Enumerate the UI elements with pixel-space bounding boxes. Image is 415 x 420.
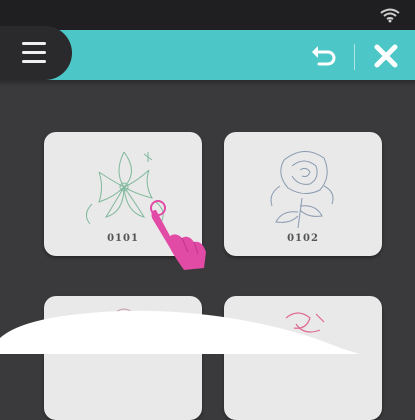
hamburger-menu-icon bbox=[22, 42, 46, 45]
menu-button[interactable] bbox=[0, 26, 72, 80]
